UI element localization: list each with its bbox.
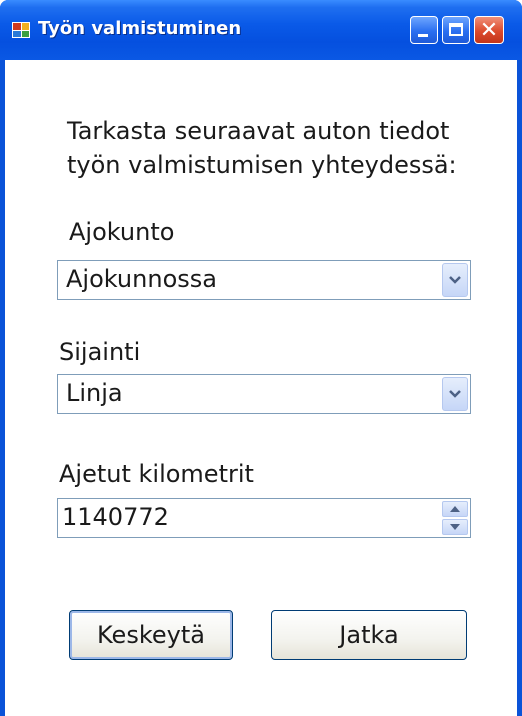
close-icon: ✕: [479, 18, 499, 43]
continue-button[interactable]: Jatka: [271, 610, 467, 660]
kilometrit-value[interactable]: 1140772: [62, 503, 169, 531]
ajokunto-value: Ajokunnossa: [66, 265, 217, 293]
ajokunto-label: Ajokunto: [69, 218, 175, 246]
window-title: Työn valmistuminen: [38, 18, 242, 39]
kilometrit-numeric-input[interactable]: 1140772: [57, 498, 471, 538]
chevron-down-icon: [449, 390, 461, 398]
ajokunto-dropdown[interactable]: Ajokunnossa: [57, 260, 471, 300]
ajokunto-dropdown-button[interactable]: [442, 263, 468, 297]
sijainti-dropdown-button[interactable]: [442, 377, 468, 411]
sijainti-dropdown[interactable]: Linja: [57, 374, 471, 414]
instructions-text: Tarkasta seuraavat auton tiedot työn val…: [67, 114, 507, 182]
dialog-content: Tarkasta seuraavat auton tiedot työn val…: [5, 60, 517, 716]
instructions-line-2: työn valmistumisen yhteydessä:: [67, 151, 457, 179]
spin-up-icon: [450, 506, 460, 512]
sijainti-label: Sijainti: [59, 338, 141, 366]
maximize-button[interactable]: [442, 16, 470, 44]
spin-down-button[interactable]: [442, 519, 468, 535]
kilometrit-label: Ajetut kilometrit: [59, 460, 254, 488]
sijainti-value: Linja: [66, 379, 123, 407]
app-window-icon[interactable]: [12, 22, 30, 38]
minimize-button[interactable]: [410, 16, 438, 44]
spin-down-icon: [450, 524, 460, 530]
chevron-down-icon: [449, 276, 461, 284]
close-button[interactable]: ✕: [474, 16, 504, 44]
kilometrit-spinner: [442, 501, 468, 535]
instructions-line-1: Tarkasta seuraavat auton tiedot: [67, 117, 450, 145]
cancel-button[interactable]: Keskeytä: [69, 610, 233, 660]
spin-up-button[interactable]: [442, 501, 468, 517]
dialog-window: Työn valmistuminen ✕ Tarkasta seuraavat …: [0, 0, 522, 716]
title-bar[interactable]: Työn valmistuminen ✕: [0, 0, 522, 60]
